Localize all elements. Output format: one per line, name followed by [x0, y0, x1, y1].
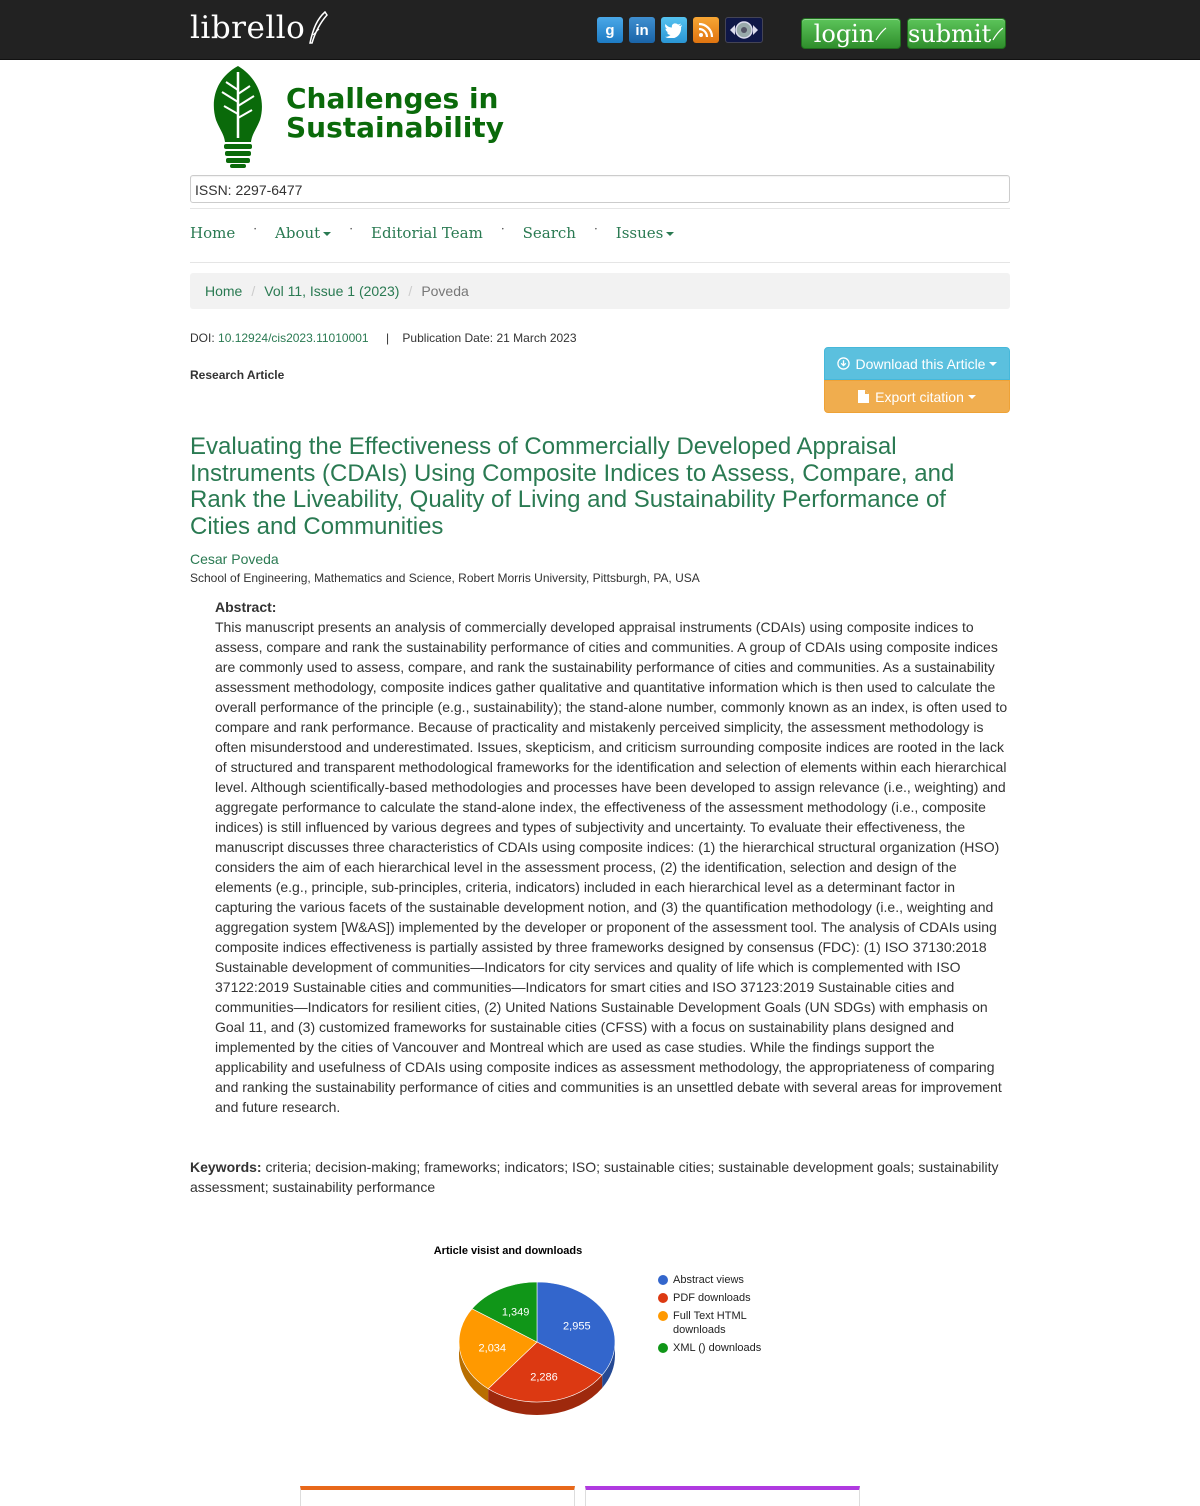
legend-swatch	[658, 1293, 668, 1303]
journal-logo[interactable]	[208, 64, 268, 173]
nav-item-about-label: About	[275, 224, 321, 242]
caret-down-icon	[666, 232, 675, 236]
journal-title[interactable]: Challenges in Sustainability	[286, 84, 504, 142]
leaf-bulb-icon	[213, 66, 262, 168]
legend-item[interactable]: Abstract views	[658, 1273, 761, 1287]
quill-icon	[309, 11, 329, 44]
author-affiliation: School of Engineering, Mathematics and S…	[190, 571, 700, 585]
issn-field: ISSN: 2297-6477	[190, 175, 1010, 203]
pie-slice-label: 2,034	[479, 1342, 507, 1354]
quill-icon	[875, 27, 887, 40]
brand-name: librello	[190, 10, 306, 46]
pie-chart: 2,955 2,286 2,034 1,349	[458, 1281, 616, 1415]
nav-item-home[interactable]: Home	[190, 224, 235, 242]
nav-separator: ·	[500, 222, 505, 236]
file-icon	[858, 390, 870, 403]
legend-item[interactable]: PDF downloads	[658, 1291, 761, 1305]
pie-slice-label: 2,286	[530, 1371, 558, 1383]
pie-slice-label: 1,349	[502, 1306, 530, 1318]
top-bar: librello g in login submit	[0, 0, 1200, 60]
nav-item-issues-label: Issues	[615, 224, 664, 242]
nav-item-issues[interactable]: Issues	[616, 224, 675, 242]
login-button[interactable]: login	[801, 18, 901, 49]
keywords: Keywords: criteria; decision-making; fra…	[190, 1157, 1010, 1197]
rss-icon[interactable]	[693, 17, 719, 43]
nav-item-search[interactable]: Search	[523, 224, 576, 242]
breadcrumb-issue[interactable]: Vol 11, Issue 1 (2023)	[264, 283, 399, 299]
legend-label: XML () downloads	[673, 1342, 762, 1354]
pie-slice-label: 2,955	[563, 1320, 591, 1332]
submit-button[interactable]: submit	[907, 18, 1006, 49]
download-icon	[836, 357, 850, 370]
legend-swatch	[658, 1311, 668, 1321]
legend-swatch	[658, 1343, 668, 1353]
download-article-button[interactable]: Download this Article	[824, 347, 1010, 380]
quill-icon	[992, 27, 1004, 40]
chart-legend: Abstract views PDF downloads Full Text H…	[658, 1273, 761, 1359]
article-type: Research Article	[190, 368, 285, 382]
google-plus-icon[interactable]: g	[597, 17, 623, 43]
meta-separator: |	[385, 331, 390, 345]
doi-link[interactable]: 10.12924/cis2023.11010001	[218, 331, 369, 345]
legend-item[interactable]: Full Text HTML downloads	[658, 1309, 761, 1337]
legend-item[interactable]: XML () downloads	[658, 1341, 761, 1355]
breadcrumb-current: Poveda	[421, 283, 469, 299]
export-citation-label: Export citation	[875, 388, 964, 405]
download-article-label: Download this Article	[855, 355, 986, 372]
twitter-icon[interactable]	[661, 17, 687, 43]
archive-icon[interactable]	[725, 17, 763, 43]
breadcrumb-separator: /	[408, 283, 413, 299]
abstract-text: This manuscript presents an analysis of …	[215, 619, 1008, 1115]
keywords-label: Keywords:	[190, 1159, 262, 1175]
legend-swatch	[658, 1275, 668, 1285]
nav-separator: ·	[593, 222, 598, 236]
librello-logo[interactable]: librello	[190, 8, 329, 48]
chart-title: Article visist and downloads	[433, 1245, 583, 1257]
publication-date: Publication Date: 21 March 2023	[402, 331, 577, 345]
breadcrumb-home[interactable]: Home	[205, 283, 242, 299]
caret-down-icon	[967, 394, 976, 399]
journal-title-line1: Challenges in	[286, 82, 499, 115]
breadcrumb: Home / Vol 11, Issue 1 (2023) / Poveda	[190, 273, 1010, 309]
main-nav: Home · About · Editorial Team · Search ·…	[190, 222, 675, 242]
article-meta: DOI: 10.12924/cis2023.11010001 | Publica…	[190, 331, 577, 345]
social-links: g in	[597, 17, 763, 43]
nav-item-about[interactable]: About	[275, 224, 332, 242]
related-card[interactable]	[585, 1486, 860, 1506]
nav-separator: ·	[349, 222, 354, 236]
caret-down-icon	[323, 232, 332, 236]
legend-label: Full Text HTML downloads	[673, 1310, 747, 1336]
doi-label: DOI:	[190, 331, 215, 345]
legend-label: PDF downloads	[673, 1292, 751, 1304]
author-link[interactable]: Cesar Poveda	[190, 551, 279, 567]
nav-separator: ·	[253, 222, 258, 236]
abstract-heading: Abstract:	[215, 599, 277, 615]
submit-label: submit	[908, 19, 992, 48]
related-card[interactable]	[300, 1486, 575, 1506]
login-label: login	[813, 19, 875, 48]
keywords-text: criteria; decision-making; frameworks; i…	[190, 1159, 999, 1195]
linkedin-icon[interactable]: in	[629, 17, 655, 43]
nav-divider-top	[190, 208, 1010, 209]
legend-label: Abstract views	[673, 1274, 744, 1286]
export-citation-button[interactable]: Export citation	[824, 380, 1010, 413]
article-title: Evaluating the Effectiveness of Commerci…	[190, 433, 955, 540]
journal-title-line2: Sustainability	[286, 111, 504, 144]
caret-down-icon	[989, 361, 998, 366]
nav-item-editorial-team[interactable]: Editorial Team	[371, 224, 483, 242]
breadcrumb-separator: /	[251, 283, 256, 299]
nav-divider-bottom	[190, 262, 1010, 263]
